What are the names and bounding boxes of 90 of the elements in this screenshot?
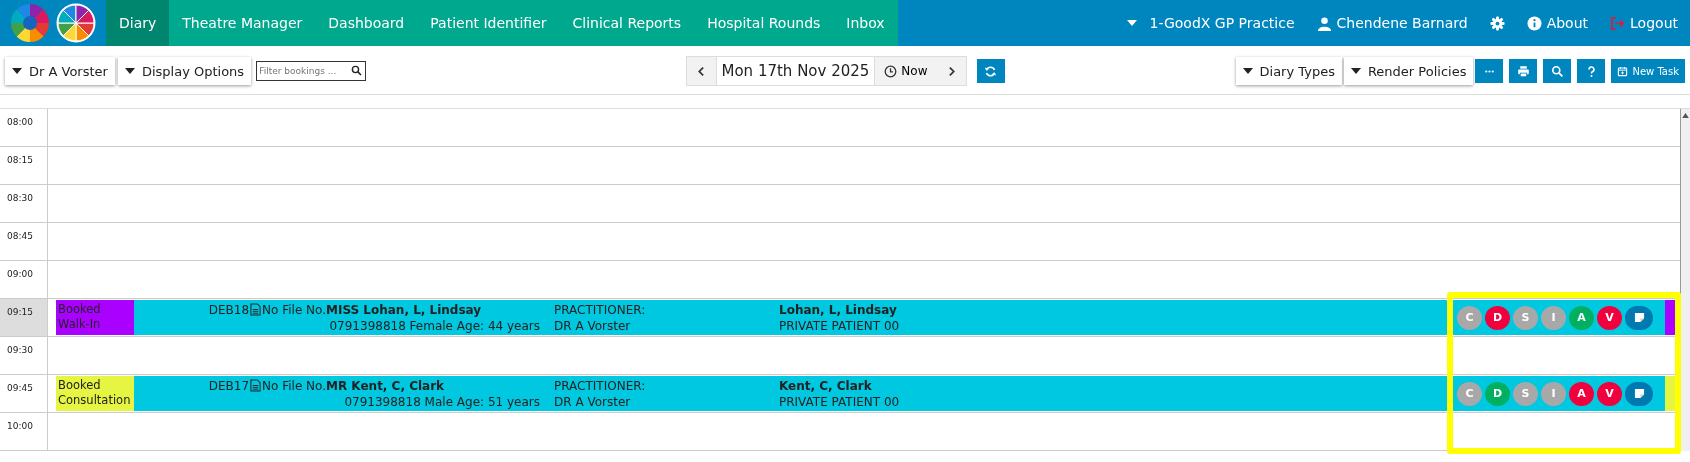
status-badge[interactable]: V	[1597, 381, 1622, 406]
time-label: 09:45	[0, 375, 48, 412]
medical-plan: PRIVATE PATIENT 00	[779, 393, 901, 410]
printer-icon	[1516, 64, 1530, 78]
nav-tab[interactable]: Inbox	[833, 0, 898, 46]
booking-code: DEB18	[208, 303, 250, 317]
next-day-button[interactable]	[936, 57, 966, 85]
clock-icon	[884, 64, 898, 78]
file-number: No File No.	[262, 303, 326, 317]
user-menu[interactable]: Chendene Barnard	[1316, 15, 1468, 31]
caret-icon	[1350, 68, 1361, 74]
info-icon	[1526, 15, 1542, 31]
logo-icon	[56, 3, 96, 43]
doctor-dropdown[interactable]: Dr A Vorster	[5, 57, 115, 85]
new-task-button[interactable]: New Task	[1611, 59, 1685, 83]
practitioner-name: DR A Vorster	[554, 317, 632, 334]
caret-icon	[1127, 20, 1138, 26]
more-button[interactable]	[1475, 59, 1504, 83]
practitioner-name: DR A Vorster	[554, 393, 632, 410]
nav-tab[interactable]: Clinical Reports	[559, 0, 695, 46]
scroll-up-icon	[1682, 113, 1689, 118]
time-label: 09:30	[0, 337, 48, 374]
document-icon	[250, 303, 262, 316]
logo-icon	[10, 3, 50, 43]
time-label: 10:00	[0, 413, 48, 450]
diary-types-dropdown[interactable]: Diary Types	[1235, 57, 1342, 85]
time-label: 08:15	[0, 147, 48, 184]
help-button[interactable]	[1577, 59, 1606, 83]
practice-menu[interactable]: 1-GoodX GP Practice	[1127, 15, 1295, 31]
logout-icon	[1610, 15, 1626, 31]
status-badge[interactable]: S	[1513, 305, 1538, 330]
status-badge[interactable]: A	[1569, 381, 1594, 406]
scrollbar[interactable]	[1680, 109, 1690, 451]
account-name: Lohan, L, Lindsay	[779, 301, 898, 318]
account-name: Kent, C, Clark	[779, 377, 873, 394]
booking-code: DEB17	[208, 379, 250, 393]
booking-status: Booked Walk-In	[56, 300, 134, 335]
note-button[interactable]	[1625, 381, 1653, 406]
user-icon	[1316, 15, 1332, 31]
patient-details: 0791398818 Female Age: 44 years	[328, 317, 540, 334]
filter-field[interactable]: Filter bookings ...	[256, 61, 367, 81]
print-button[interactable]	[1509, 59, 1538, 83]
display-options-dropdown[interactable]: Display Options	[117, 57, 252, 85]
search-icon	[351, 65, 363, 76]
now-button[interactable]: Now	[875, 57, 937, 85]
nav-tab[interactable]: Theatre Manager	[169, 0, 316, 46]
status-badge[interactable]: I	[1541, 381, 1566, 406]
time-label: 09:15	[0, 299, 48, 336]
status-badge[interactable]: D	[1485, 381, 1510, 406]
time-label: 08:00	[0, 109, 48, 146]
medical-plan: PRIVATE PATIENT 00	[779, 317, 901, 334]
time-label: 08:45	[0, 223, 48, 260]
time-label: 08:30	[0, 185, 48, 222]
caret-icon	[1242, 68, 1253, 74]
settings-icon[interactable]	[1489, 15, 1505, 31]
practitioner-label: PRACTITIONER:	[554, 301, 647, 318]
calendar-icon	[1617, 65, 1629, 77]
patient-details: 0791398818 Male Age: 51 years	[343, 393, 540, 410]
logout-link[interactable]: Logout	[1610, 15, 1678, 31]
render-policies-dropdown[interactable]: Render Policies	[1343, 57, 1474, 85]
note-icon	[1633, 312, 1645, 323]
refresh-icon	[984, 64, 997, 78]
nav-tab[interactable]: Diary	[106, 0, 170, 46]
status-badge[interactable]: C	[1457, 381, 1482, 406]
search-button[interactable]	[1543, 59, 1572, 83]
caret-icon	[124, 68, 135, 74]
search-icon	[1550, 64, 1564, 78]
practitioner-label: PRACTITIONER:	[554, 377, 647, 394]
nav-tab[interactable]: Dashboard	[315, 0, 418, 46]
patient-name: MR Kent, C, Clark	[326, 377, 446, 394]
about-link[interactable]: About	[1526, 15, 1589, 31]
refresh-button[interactable]	[976, 59, 1005, 83]
nav-tab[interactable]: Patient Identifier	[417, 0, 560, 46]
chevron-left-icon	[695, 65, 707, 77]
status-badge[interactable]: A	[1569, 305, 1594, 330]
status-badge[interactable]: D	[1485, 305, 1510, 330]
status-badge[interactable]: V	[1597, 305, 1622, 330]
status-badge[interactable]: C	[1457, 305, 1482, 330]
nav-tab[interactable]: Hospital Rounds	[694, 0, 834, 46]
time-label: 09:00	[0, 261, 48, 298]
note-button[interactable]	[1625, 305, 1653, 330]
patient-name: MISS Lohan, L, Lindsay	[326, 301, 483, 318]
status-badge[interactable]: I	[1541, 305, 1566, 330]
document-icon	[250, 379, 262, 392]
file-number: No File No.	[262, 379, 326, 393]
note-icon	[1633, 388, 1645, 399]
caret-icon	[12, 68, 22, 74]
status-badge[interactable]: S	[1513, 381, 1538, 406]
previous-day-button[interactable]	[686, 57, 716, 85]
booking-status: Booked Consultation	[56, 376, 134, 411]
